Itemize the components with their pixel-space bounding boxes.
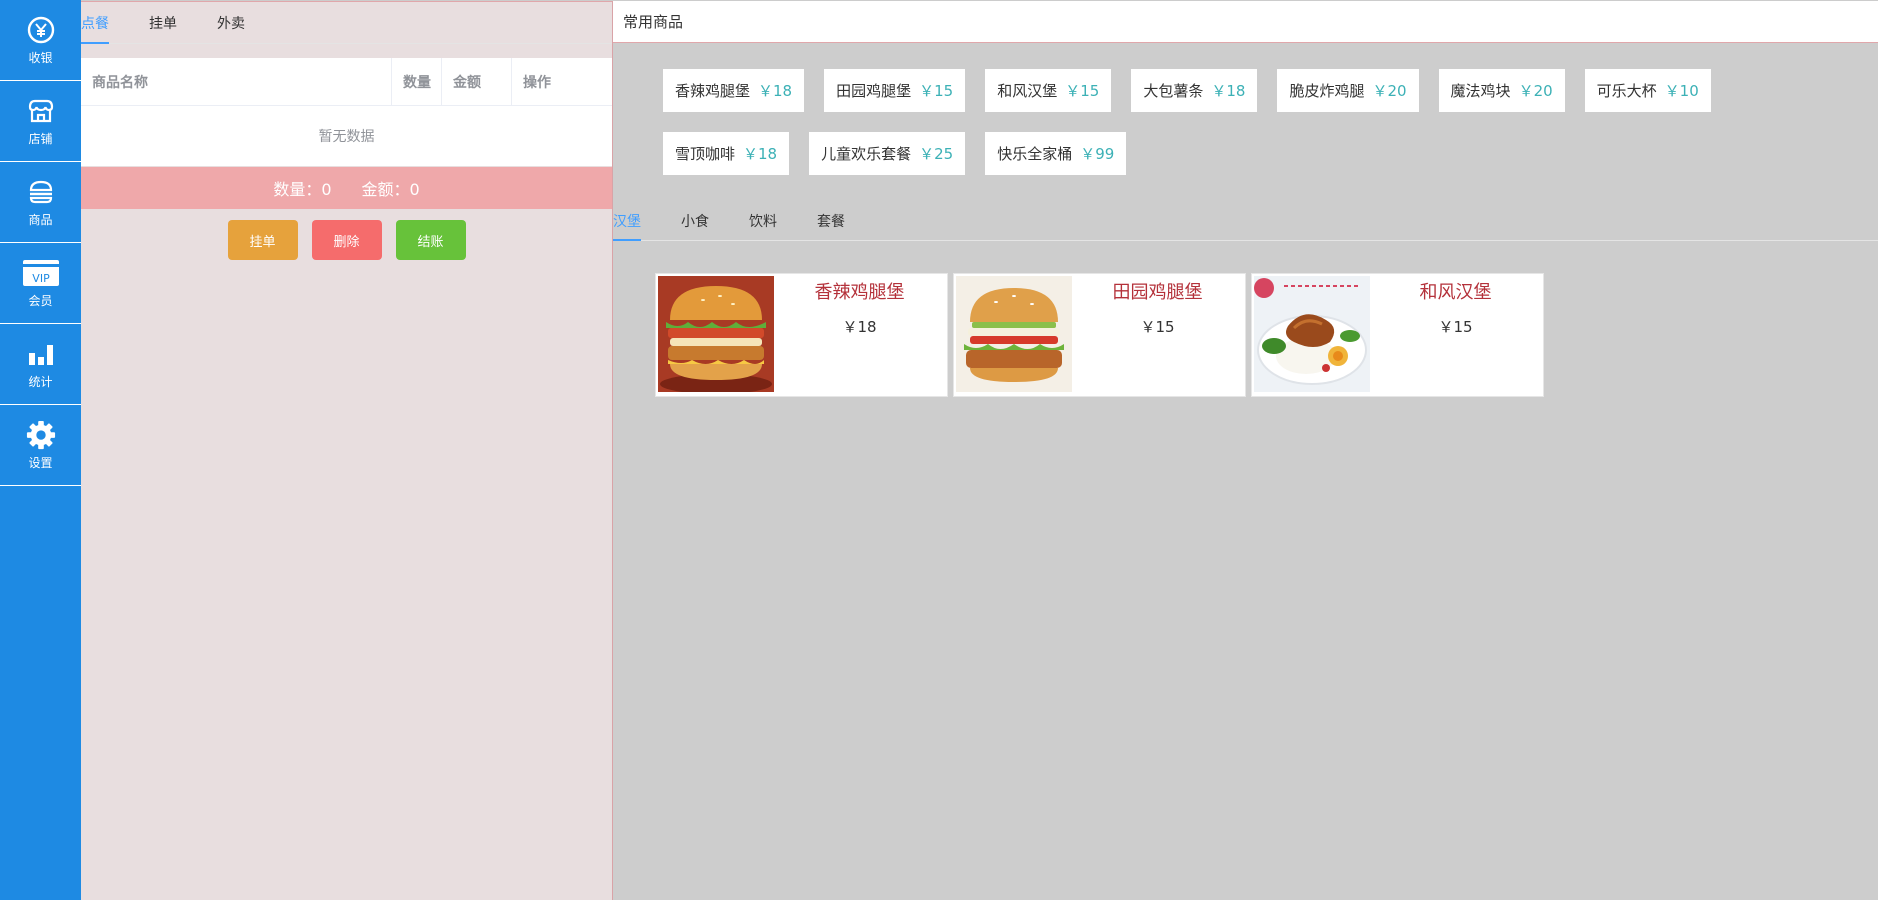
- sidebar-item-store[interactable]: 店铺: [0, 81, 81, 162]
- bar-chart-icon: [26, 339, 56, 369]
- item-name: 和风汉堡: [997, 82, 1058, 100]
- goods-price: ￥15: [1438, 318, 1473, 336]
- cashier-icon: [26, 15, 56, 45]
- sidebar-item-label: 店铺: [28, 131, 53, 146]
- sidebar-item-label: 设置: [28, 455, 53, 470]
- burger-image: [658, 276, 774, 392]
- goods-info: 和风汉堡 ￥15: [1370, 276, 1541, 394]
- item-name: 雪顶咖啡: [675, 145, 736, 163]
- item-price: ￥18: [1211, 82, 1246, 100]
- hold-button[interactable]: 挂单: [227, 220, 298, 260]
- column-header-qty[interactable]: 数量: [392, 58, 442, 105]
- item-name: 大包薯条: [1143, 82, 1204, 100]
- item-price: ￥20: [1518, 82, 1553, 100]
- tab-hold[interactable]: 挂单: [149, 13, 177, 43]
- item-price: ￥15: [919, 82, 954, 100]
- frequent-item[interactable]: 香辣鸡腿堡 ￥18: [663, 69, 805, 112]
- goods-price: ￥15: [1140, 318, 1175, 336]
- burger-icon: [26, 177, 56, 207]
- item-price: ￥15: [1065, 82, 1100, 100]
- goods-name: 和风汉堡: [1419, 282, 1492, 303]
- sidebar-item-goods[interactable]: 商品: [0, 162, 81, 243]
- rice-dish-image: [1254, 276, 1370, 392]
- empty-text: 暂无数据: [318, 129, 375, 145]
- item-price: ￥10: [1664, 82, 1699, 100]
- goods-name: 田园鸡腿堡: [1112, 282, 1203, 303]
- sidebar: 收银 店铺 商品 VIP 会员 统计 设置: [0, 0, 81, 900]
- frequent-item[interactable]: 快乐全家桶 ￥99: [985, 132, 1127, 175]
- item-name: 儿童欢乐套餐: [821, 145, 912, 163]
- gear-icon: [26, 420, 56, 450]
- delete-button[interactable]: 删除: [311, 220, 382, 260]
- goods-card[interactable]: 和风汉堡 ￥15: [1251, 273, 1544, 397]
- goods-panel: 常用商品 香辣鸡腿堡 ￥18 田园鸡腿堡 ￥15 和风汉堡 ￥15 大包薯条 ￥18 脆…: [613, 1, 1878, 900]
- summary-amount: 金额：0: [361, 180, 420, 199]
- sidebar-item-label: 会员: [28, 293, 53, 308]
- sidebar-item-label: 统计: [28, 374, 53, 389]
- svg-text:VIP: VIP: [32, 272, 50, 285]
- item-price: ￥25: [919, 145, 954, 163]
- frequent-list: 香辣鸡腿堡 ￥18 田园鸡腿堡 ￥15 和风汉堡 ￥15 大包薯条 ￥18 脆皮炸鸡腿 ￥…: [663, 69, 1843, 175]
- column-header-action[interactable]: 操作: [512, 58, 612, 105]
- sidebar-item-cashier[interactable]: 收银: [0, 0, 81, 81]
- tab-drink[interactable]: 饮料: [749, 211, 777, 240]
- category-tabs: 汉堡 小食 饮料 套餐: [613, 209, 1878, 241]
- tab-snack[interactable]: 小食: [681, 211, 709, 240]
- goods-card[interactable]: 田园鸡腿堡 ￥15: [953, 273, 1246, 397]
- goods-price: ￥18: [842, 318, 877, 336]
- item-price: ￥18: [758, 82, 793, 100]
- item-name: 快乐全家桶: [997, 145, 1073, 163]
- order-actions: 挂单 删除 结账: [81, 220, 612, 260]
- item-price: ￥18: [743, 145, 778, 163]
- table-header: 商品名称 数量 金额 操作: [81, 58, 612, 106]
- goods-list: 香辣鸡腿堡 ￥18 田园鸡腿堡 ￥15 和风汉堡 ￥15: [655, 273, 1544, 397]
- item-name: 田园鸡腿堡: [836, 82, 912, 100]
- frequent-item[interactable]: 大包薯条 ￥18: [1131, 69, 1258, 112]
- goods-info: 香辣鸡腿堡 ￥18: [774, 276, 945, 394]
- frequent-item[interactable]: 雪顶咖啡 ￥18: [663, 132, 790, 175]
- frequent-item[interactable]: 魔法鸡块 ￥20: [1438, 69, 1565, 112]
- item-price: ￥99: [1080, 145, 1115, 163]
- sidebar-item-label: 收银: [28, 50, 53, 65]
- order-tabs: 点餐 挂单 外卖: [81, 2, 612, 44]
- order-panel: 点餐 挂单 外卖 商品名称 数量 金额 操作 暂无数据 数量：0 金额：0 挂单…: [81, 1, 613, 900]
- sidebar-item-member[interactable]: VIP 会员: [0, 243, 81, 324]
- sidebar-item-stats[interactable]: 统计: [0, 324, 81, 405]
- tab-takeout[interactable]: 外卖: [217, 13, 245, 43]
- item-name: 魔法鸡块: [1450, 82, 1511, 100]
- goods-card[interactable]: 香辣鸡腿堡 ￥18: [655, 273, 948, 397]
- column-header-amount[interactable]: 金额: [442, 58, 512, 105]
- item-name: 脆皮炸鸡腿: [1289, 82, 1365, 100]
- frequent-item[interactable]: 和风汉堡 ￥15: [985, 69, 1112, 112]
- item-price: ￥20: [1372, 82, 1407, 100]
- summary-count: 数量：0: [273, 180, 332, 199]
- order-table: 商品名称 数量 金额 操作 暂无数据: [81, 58, 612, 166]
- sidebar-item-label: 商品: [28, 212, 53, 227]
- store-icon: [26, 96, 56, 126]
- frequent-item[interactable]: 脆皮炸鸡腿 ￥20: [1277, 69, 1419, 112]
- vip-card-icon: VIP: [22, 258, 60, 288]
- tab-order[interactable]: 点餐: [81, 13, 109, 44]
- tab-combo[interactable]: 套餐: [817, 211, 845, 240]
- burger-image: [956, 276, 1072, 392]
- item-name: 可乐大杯: [1596, 82, 1657, 100]
- goods-name: 香辣鸡腿堡: [814, 282, 905, 303]
- frequent-item[interactable]: 儿童欢乐套餐 ￥25: [809, 132, 966, 175]
- item-name: 香辣鸡腿堡: [675, 82, 751, 100]
- frequent-item[interactable]: 田园鸡腿堡 ￥15: [824, 69, 966, 112]
- checkout-button[interactable]: 结账: [395, 220, 466, 260]
- sidebar-item-settings[interactable]: 设置: [0, 405, 81, 486]
- goods-info: 田园鸡腿堡 ￥15: [1072, 276, 1243, 394]
- tab-burger[interactable]: 汉堡: [613, 211, 641, 241]
- frequent-title: 常用商品: [613, 1, 1878, 43]
- order-summary: 数量：0 金额：0: [81, 167, 612, 209]
- frequent-item[interactable]: 可乐大杯 ￥10: [1584, 69, 1711, 112]
- column-header-name[interactable]: 商品名称: [81, 58, 392, 105]
